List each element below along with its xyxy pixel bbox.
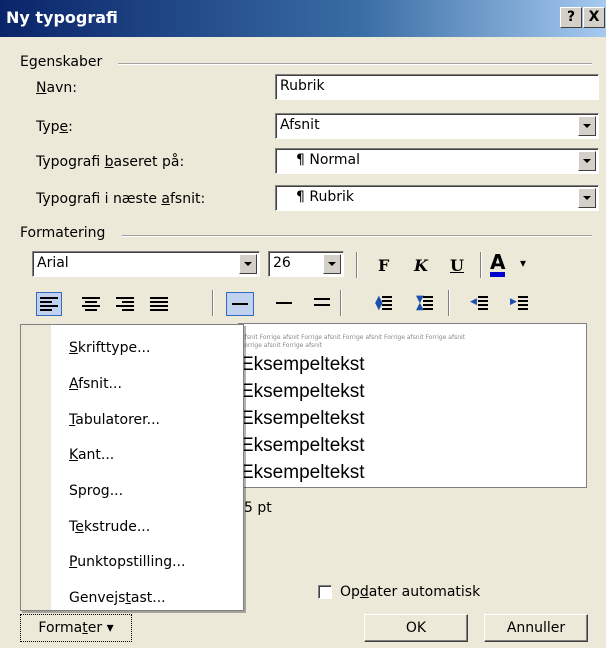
toolbar-separator	[212, 290, 214, 316]
line-spacing-single-icon	[232, 303, 248, 305]
name-input[interactable]: Rubrik	[275, 74, 599, 100]
toolbar-separator	[356, 252, 358, 278]
preview-sample-text: Eksempeltekst	[241, 408, 365, 429]
toolbar-separator	[448, 290, 450, 316]
preview-sample-text: Eksempeltekst	[241, 354, 365, 375]
properties-divider	[118, 63, 592, 65]
chevron-down-icon: ▾	[106, 620, 114, 636]
font-color-dropdown-icon[interactable]: ▾	[520, 256, 526, 270]
chevron-down-icon[interactable]	[323, 254, 341, 274]
style-description: 5 pt	[244, 500, 272, 516]
chevron-down-icon[interactable]	[578, 188, 596, 208]
preview-pane: afsnit Forrige afsnit Forrige afsnit For…	[238, 323, 587, 488]
formatting-divider	[122, 235, 592, 237]
font-size-select[interactable]: 26	[268, 251, 344, 277]
close-button[interactable]: X	[583, 7, 605, 28]
help-button[interactable]: ?	[560, 7, 582, 28]
properties-group-label: Egenskaber	[20, 54, 103, 70]
preview-previous-paragraph: afsnit Forrige afsnit Forrige afsnit For…	[241, 334, 466, 341]
align-left-icon	[40, 297, 58, 311]
name-label: Navn:	[36, 80, 77, 96]
justify-icon[interactable]	[150, 297, 168, 311]
bold-button[interactable]: F	[378, 256, 389, 275]
increase-indent-icon[interactable]: ▶	[510, 293, 530, 313]
menu-icon-strip	[21, 325, 51, 610]
toolbar-separator	[480, 252, 482, 278]
type-select[interactable]: Afsnit	[275, 113, 599, 139]
type-label: Type:	[36, 119, 73, 135]
underline-button[interactable]: U	[450, 256, 464, 275]
decrease-indent-icon[interactable]: ◀	[470, 293, 490, 313]
align-left-button[interactable]	[36, 292, 62, 316]
auto-update-checkbox[interactable]	[318, 585, 332, 599]
font-select[interactable]: Arial	[32, 251, 260, 277]
ok-button[interactable]: OK	[364, 614, 468, 642]
space-before-icon[interactable]: ▲ ▼	[375, 293, 393, 313]
cancel-button[interactable]: Annuller	[484, 614, 588, 642]
menu-item-bullets[interactable]: Punktopstilling...	[69, 554, 185, 570]
preview-sample-text: Eksempeltekst	[241, 381, 365, 402]
line-spacing-oneandhalf-icon[interactable]	[276, 302, 292, 304]
menu-item-shortcut[interactable]: Genvejstast...	[69, 590, 166, 606]
chevron-down-icon[interactable]	[578, 116, 596, 136]
close-icon: X	[588, 9, 600, 25]
preview-sample-text: Eksempeltekst	[241, 462, 365, 483]
chevron-down-icon[interactable]	[578, 151, 596, 171]
align-center-icon[interactable]	[82, 297, 100, 311]
align-right-icon[interactable]	[116, 297, 134, 311]
menu-item-tabs[interactable]: Tabulatorer...	[69, 412, 160, 428]
format-menu: Skrifttype... Afsnit... Tabulatorer... K…	[20, 324, 244, 611]
based-on-select[interactable]: ¶ Normal	[275, 148, 599, 174]
formatting-group-label: Formatering	[20, 225, 106, 241]
preview-previous-paragraph: Forrige afsnit Forrige afsnit	[241, 342, 323, 349]
window-title: Ny typografi	[6, 8, 118, 27]
line-spacing-single-button[interactable]	[226, 292, 254, 316]
chevron-down-icon[interactable]	[239, 254, 257, 274]
auto-update-label: Opdater automatisk	[340, 584, 481, 600]
menu-item-font[interactable]: Skrifttype...	[69, 340, 150, 356]
next-style-label: Typografi i næste afsnit:	[36, 191, 206, 207]
preview-sample-text: Eksempeltekst	[241, 435, 365, 456]
toolbar-separator	[340, 290, 342, 316]
next-style-select[interactable]: ¶ Rubrik	[275, 185, 599, 211]
menu-item-paragraph[interactable]: Afsnit...	[69, 376, 122, 392]
menu-item-language[interactable]: Sprog...	[69, 483, 123, 499]
based-on-label: Typografi baseret på:	[36, 154, 185, 170]
italic-button[interactable]: K	[414, 256, 428, 275]
menu-item-text-frame[interactable]: Tekstrude...	[69, 519, 150, 535]
menu-item-border[interactable]: Kant...	[69, 447, 114, 463]
title-bar: Ny typografi ? X	[0, 0, 606, 37]
space-after-icon[interactable]: ▼ ▲	[416, 293, 434, 313]
font-color-icon[interactable]: A	[490, 252, 506, 277]
format-button[interactable]: Formater ▾	[20, 614, 132, 642]
line-spacing-double-icon[interactable]	[314, 298, 330, 300]
help-icon: ?	[566, 9, 576, 25]
